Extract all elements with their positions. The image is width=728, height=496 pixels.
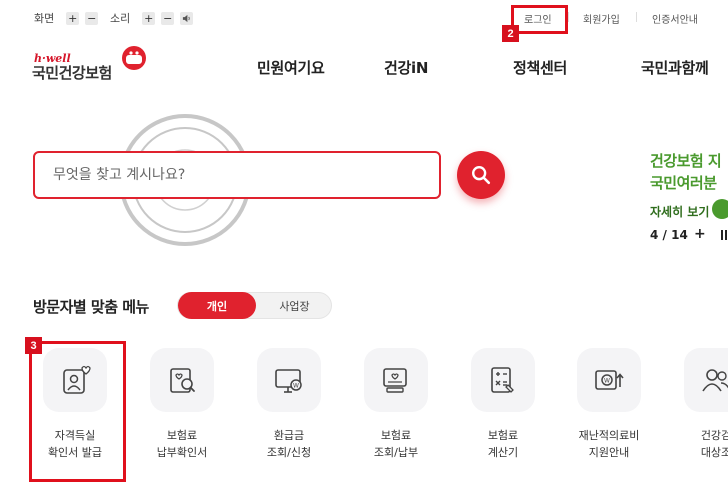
sound-down-button[interactable]: − [161,11,175,25]
nav-with-citizens[interactable]: 국민과함께 [641,57,709,78]
tile-label-line2: 지원안내 [588,446,630,459]
tile-label-line1: 보험료 [487,429,519,442]
document-search-icon [170,368,195,393]
utility-bar: 화면 + − 소리 + − 로그인 회원가입 인증서안내 [0,0,728,36]
card-won-icon: W [595,370,624,390]
tile-label-line2: 납부확인서 [156,446,208,459]
signup-link[interactable]: 회원가입 [583,11,620,26]
banner-next-button[interactable]: + [694,226,706,242]
tile-label-line2: 계산기 [487,446,519,459]
screen-zoom-control: 화면 + − [34,10,99,26]
annotation-badge-2: 2 [502,25,519,42]
tile-label-line1: 건강검 [700,429,728,442]
svg-text:W: W [604,378,610,385]
certificate-guide-link[interactable]: 인증서안내 [652,11,698,26]
tile-label-line1: 보험료 [166,429,198,442]
search-input[interactable] [53,167,439,183]
menu-tile-health-checkup[interactable]: 건강검 대상조 [684,348,728,461]
nav-civil-service[interactable]: 민원여기요 [257,57,325,78]
screen-label: 화면 [34,12,55,25]
sound-label: 소리 [110,12,131,25]
tile-label-line1: 재난적의료비 [578,429,640,442]
annotation-box-login [511,5,568,34]
banner-more-link[interactable]: 자세히 보기 [650,203,709,220]
menu-tile-premium-inquiry-payment[interactable]: 보험료 조회/납부 [364,348,430,461]
tab-business[interactable]: 사업장 [256,293,333,318]
screen-zoom-out-button[interactable]: − [85,11,99,25]
annotation-box-qualification [29,341,126,482]
search-icon [472,166,491,185]
people-icon [702,369,728,392]
divider [636,12,637,22]
sound-up-button[interactable]: + [142,11,156,25]
calculator-icon [491,367,514,393]
tab-individual[interactable]: 개인 [178,292,256,319]
nav-health-in[interactable]: 건강iN [384,57,428,78]
visitor-type-toggle: 개인 사업장 [177,292,332,319]
banner-pause-icon[interactable] [720,229,728,241]
section-title: 방문자별 맞춤 메뉴 [33,298,149,316]
banner-more-arrow-icon[interactable] [712,199,728,219]
banner-title-line2: 국민여러분 [650,174,717,192]
menu-tile-catastrophic-medical-support[interactable]: W 재난적의료비 지원안내 [577,348,643,461]
menu-tile-premium-calculator[interactable]: 보험료 계산기 [471,348,537,461]
monitor-heart-icon [383,368,407,393]
menu-tile-premium-payment-certificate[interactable]: 보험료 납부확인서 [150,348,216,461]
tile-label-line2: 조회/납부 [373,446,419,459]
screen-zoom-in-button[interactable]: + [66,11,80,25]
nav-policy-center[interactable]: 정책센터 [513,57,567,78]
nhis-logo[interactable]: h·well 국민건강보험 [32,42,152,84]
monitor-won-icon: W [275,369,302,393]
search-button[interactable] [457,151,505,199]
annotation-badge-3: 3 [25,337,42,354]
search-box [33,151,441,199]
tile-label-line1: 보험료 [380,429,412,442]
tile-label-line1: 환급금 [273,429,305,442]
tile-label-line2: 대상조 [700,446,728,459]
mascot-icon [122,46,146,70]
tile-label-line2: 조회/신청 [266,446,312,459]
divider [568,12,569,22]
svg-text:W: W [293,383,299,390]
logo-title: 국민건강보험 [32,64,112,82]
menu-tile-refund-inquiry[interactable]: W 환급금 조회/신청 [257,348,323,461]
speaker-icon[interactable] [180,11,194,25]
banner-page-indicator: 4 / 14 [650,228,688,242]
banner-title-line1: 건강보험 지 [650,152,722,170]
sound-control: 소리 + − [110,10,194,26]
